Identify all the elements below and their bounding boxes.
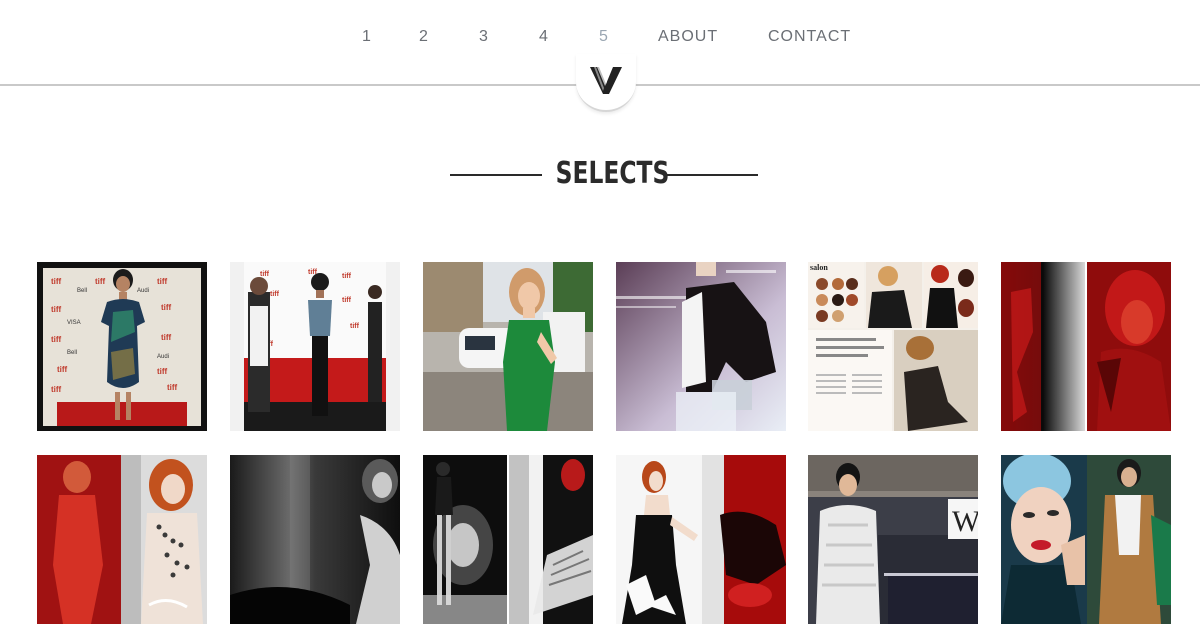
photo-salon-magazine-spread: salon <box>808 262 978 431</box>
photo-white-coat-editorial: W <box>808 455 978 624</box>
nav-item-2[interactable]: 2 <box>419 26 429 48</box>
page-title: SELECTS <box>555 156 670 191</box>
gallery-tile[interactable]: tifftifftiff tifftifftiff tifftiff <box>230 262 400 431</box>
top-nav: 1 2 3 4 5 ABOUT CONTACT <box>0 26 1200 50</box>
svg-text:Bell: Bell <box>67 350 77 356</box>
gallery-tile[interactable] <box>616 262 786 431</box>
svg-text:tiff: tiff <box>342 273 352 280</box>
section-heading: SELECTS <box>0 150 1200 198</box>
svg-text:Bell: Bell <box>77 288 87 294</box>
svg-text:tiff: tiff <box>95 277 106 286</box>
photo-red-hair-gown-spread <box>616 455 786 624</box>
photo-monochrome-portrait <box>230 455 400 624</box>
photo-blue-hair-spread <box>1001 455 1171 624</box>
photo-red-carpet-interview: tifftifftiff tifftifftiff tifftiff <box>230 262 400 431</box>
gallery-tile[interactable]: salon <box>808 262 978 431</box>
nav-item-1[interactable]: 1 <box>362 26 372 48</box>
gallery-tile[interactable] <box>423 455 593 624</box>
nav-item-contact[interactable]: CONTACT <box>768 26 851 48</box>
svg-text:tiff: tiff <box>161 333 172 342</box>
gallery-tile[interactable]: W <box>808 455 978 624</box>
svg-text:tiff: tiff <box>51 335 62 344</box>
nav-item-about[interactable]: ABOUT <box>658 26 718 48</box>
gallery-tile[interactable] <box>37 455 207 624</box>
svg-text:tiff: tiff <box>51 305 62 314</box>
nav-item-5[interactable]: 5 <box>599 26 609 48</box>
svg-text:tiff: tiff <box>157 367 168 376</box>
photo-red-portrait-spread <box>37 455 207 624</box>
svg-text:tiff: tiff <box>51 277 62 286</box>
svg-text:VISA: VISA <box>67 320 81 326</box>
photo-red-xray-spread <box>1001 262 1171 431</box>
photo-black-jacket-editorial <box>616 262 786 431</box>
nav-item-3[interactable]: 3 <box>479 26 489 48</box>
svg-text:tiff: tiff <box>270 291 280 298</box>
photo-green-dress-street <box>423 262 593 431</box>
svg-text:tiff: tiff <box>167 383 178 392</box>
svg-text:tiff: tiff <box>157 277 168 286</box>
photo-red-carpet-tiff-floral-dress: tiff tiff tiff tiff tiff tiff tiff tiff tiff t… <box>37 262 207 431</box>
svg-text:Audi: Audi <box>157 354 169 360</box>
heading-rule-right <box>666 174 758 176</box>
svg-text:tiff: tiff <box>350 323 360 330</box>
nav-item-4[interactable]: 4 <box>539 26 549 48</box>
svg-text:tiff: tiff <box>161 303 172 312</box>
gallery-tile[interactable] <box>1001 455 1171 624</box>
gallery-tile[interactable] <box>616 455 786 624</box>
heading-rule-left <box>450 174 542 176</box>
gallery-tile[interactable] <box>230 455 400 624</box>
svg-text:tiff: tiff <box>260 271 270 278</box>
gallery-tile[interactable]: tiff tiff tiff tiff tiff tiff tiff tiff tiff t… <box>37 262 207 431</box>
v-monogram-icon[interactable] <box>588 64 624 96</box>
svg-text:tiff: tiff <box>57 365 68 374</box>
svg-text:tiff: tiff <box>342 297 352 304</box>
svg-text:Audi: Audi <box>137 288 149 294</box>
gallery-tile[interactable] <box>423 262 593 431</box>
photo-black-white-dancer-spread <box>423 455 593 624</box>
svg-text:W: W <box>952 505 978 538</box>
svg-text:salon: salon <box>810 263 828 272</box>
gallery-tile[interactable] <box>1001 262 1171 431</box>
svg-text:tiff: tiff <box>51 385 62 394</box>
